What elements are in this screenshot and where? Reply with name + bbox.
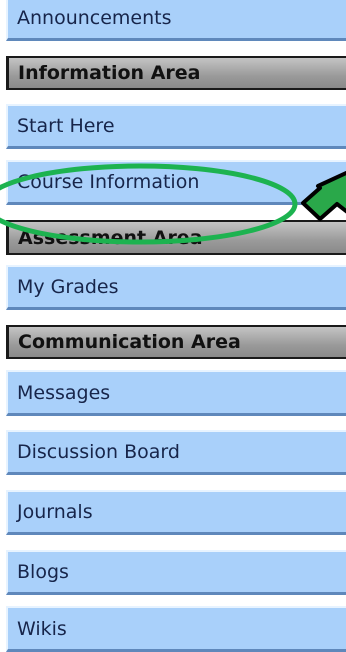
section-header-communication-area: Communication Area xyxy=(6,325,346,359)
menu-item-wikis[interactable]: Wikis xyxy=(6,606,346,652)
section-header-label: Assessment Area xyxy=(18,226,203,249)
menu-item-label: Discussion Board xyxy=(17,441,180,463)
menu-item-journals[interactable]: Journals xyxy=(6,490,346,535)
menu-item-my-grades[interactable]: My Grades xyxy=(6,265,346,310)
menu-item-label: Start Here xyxy=(17,115,115,137)
menu-item-start-here[interactable]: Start Here xyxy=(6,104,346,149)
menu-item-label: Blogs xyxy=(17,561,69,583)
section-header-label: Information Area xyxy=(18,62,201,84)
section-header-assessment-area: Assessment Area xyxy=(6,220,346,255)
section-header-label: Communication Area xyxy=(18,331,241,353)
menu-item-label: Journals xyxy=(17,501,93,523)
menu-item-label: Wikis xyxy=(17,617,67,640)
menu-item-blogs[interactable]: Blogs xyxy=(6,550,346,595)
course-menu: Announcements Information Area Start Her… xyxy=(0,0,346,652)
menu-item-label: Announcements xyxy=(17,7,172,29)
menu-item-messages[interactable]: Messages xyxy=(6,370,346,416)
menu-item-announcements[interactable]: Announcements xyxy=(6,0,346,41)
menu-item-discussion-board[interactable]: Discussion Board xyxy=(6,430,346,475)
menu-item-label: My Grades xyxy=(17,276,119,298)
menu-item-label: Course Information xyxy=(17,171,200,193)
menu-item-label: Messages xyxy=(17,381,111,404)
section-header-information-area: Information Area xyxy=(6,56,346,90)
menu-item-course-information[interactable]: Course Information xyxy=(6,160,346,205)
